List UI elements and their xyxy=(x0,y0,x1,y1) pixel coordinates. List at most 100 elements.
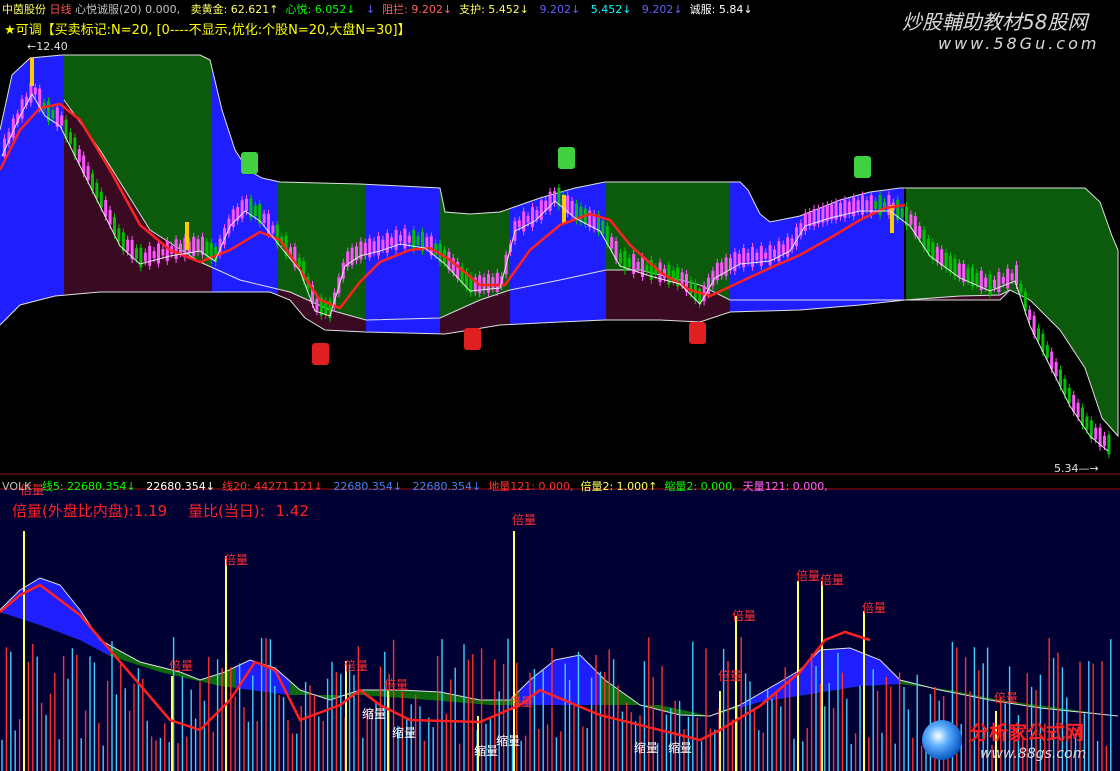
candle xyxy=(601,220,605,235)
price-low-label: 5.34—→ xyxy=(1054,462,1099,475)
volume-value-0: 线5: 22680.354↓ xyxy=(41,480,136,493)
candle xyxy=(1103,435,1106,446)
candle xyxy=(993,279,996,288)
watermark-bottom-url: www.88gs.com xyxy=(980,746,1087,762)
candle xyxy=(1028,309,1032,320)
candle xyxy=(517,220,521,227)
candle xyxy=(1054,361,1058,377)
candle xyxy=(1085,416,1089,430)
chart-canvas: 倍量倍量倍量倍量倍量倍量倍量倍量倍量倍量 倍量倍量倍量缩量缩量缩量缩量 缩量 缩量 xyxy=(0,54,1120,771)
candle xyxy=(487,274,490,293)
liangbi-value: 1.42 xyxy=(275,502,309,520)
candle xyxy=(531,207,534,227)
candle xyxy=(689,280,693,295)
candle xyxy=(957,263,961,278)
candle xyxy=(619,253,622,264)
volume-value-1: 22680.354↓ xyxy=(142,480,215,493)
shrink-volume-label-0: 缩量 xyxy=(362,706,386,721)
candle xyxy=(403,228,407,249)
double-volume-label-5: 倍量 xyxy=(512,512,536,527)
candle xyxy=(425,237,429,248)
candle xyxy=(117,228,121,242)
indicator-value-8: 诚服: 5.84↓ xyxy=(689,3,753,16)
candle xyxy=(759,246,763,267)
double-volume-label-4: 倍量 xyxy=(384,677,408,692)
candle xyxy=(240,200,244,219)
candle xyxy=(95,183,99,199)
double-volume-label-3: 倍量 xyxy=(344,658,368,673)
volume-indicator-name[interactable]: VOLK xyxy=(2,480,31,493)
highlight-candle-0 xyxy=(30,58,34,86)
candle xyxy=(20,99,24,119)
volume-value-5: 地量121: 0.000, xyxy=(488,480,574,493)
candle xyxy=(1063,378,1067,395)
candle xyxy=(368,238,372,258)
candle xyxy=(399,235,402,242)
candle xyxy=(847,201,851,215)
candle xyxy=(539,200,543,221)
candle xyxy=(143,252,147,262)
candle xyxy=(407,235,411,243)
candle xyxy=(192,236,196,256)
candle xyxy=(1076,402,1080,418)
band-segment-10 xyxy=(906,188,1118,436)
period-label[interactable]: 日线 xyxy=(50,3,72,16)
watermark-top-url: www.58Gu.com xyxy=(938,34,1100,53)
shrink-volume-label-3: 缩量 xyxy=(496,733,520,748)
logo-icon xyxy=(922,720,962,760)
price-high-label: ←12.40 xyxy=(27,40,68,53)
watermark-bottom-box: 分析家公式网 www.88gs.com xyxy=(918,714,1118,768)
shrink-volume-label-2: 缩量 xyxy=(474,743,498,758)
candle xyxy=(359,241,363,260)
candle xyxy=(491,277,495,289)
liangbi-label: 量比(当日): xyxy=(187,502,265,520)
sell-signal-icon xyxy=(241,152,258,174)
candle xyxy=(935,246,939,262)
volume-values: 线5: 22680.354↓ 22680.354↓ 线20: 44271.121↓… xyxy=(35,480,828,493)
double-volume-label-2: 倍量 xyxy=(224,552,248,567)
candle xyxy=(900,208,904,218)
candle xyxy=(482,277,486,291)
candle xyxy=(152,251,156,259)
candle xyxy=(51,110,55,119)
candle xyxy=(579,206,583,223)
top-header: 中茵股份 日线 心悦诚服(20) 0.000, 卖黄金: 62.621↑ 心悦: … xyxy=(2,1,753,17)
candle xyxy=(60,115,64,126)
candle xyxy=(363,242,367,256)
candle xyxy=(997,272,1001,293)
shrink-volume-label-4: 缩量 xyxy=(634,740,658,755)
volume-value-7: 缩量2: 0.000, xyxy=(664,480,736,493)
volume-value-6: 倍量2: 1.000↑ xyxy=(580,480,658,493)
candle xyxy=(781,244,785,254)
candle xyxy=(1045,345,1049,359)
double-volume-label-12: 倍量 xyxy=(994,690,1018,705)
indicator-value-0: 卖黄金: 62.621↑ xyxy=(190,3,279,16)
candle xyxy=(390,237,394,246)
candle xyxy=(1001,276,1005,284)
candle xyxy=(645,265,649,272)
buy-sell-marker-note: 【买卖标记:N=20, [0----不显示,优化:个股N=20,大盘N=30]】 xyxy=(41,23,411,38)
buy-signal-icon xyxy=(464,328,481,350)
stock-name[interactable]: 中茵股份 xyxy=(2,3,46,16)
candle xyxy=(33,87,37,95)
candle xyxy=(755,252,759,261)
indicator-value-6: 5.452↓ xyxy=(587,3,632,16)
volume-ratio-readout: 倍量(外盘比内盘):1.19 量比(当日): 1.42 xyxy=(12,500,309,521)
indicator-name[interactable]: 心悦诚服(20) xyxy=(75,3,142,16)
double-volume-label-6: 倍量 xyxy=(509,694,533,709)
candle xyxy=(768,245,772,266)
candle xyxy=(161,249,165,256)
candle xyxy=(126,239,130,252)
indicator-value-3: 阻拦: 9.202↓ xyxy=(382,3,453,16)
double-volume-label-9: 倍量 xyxy=(796,568,820,583)
candle xyxy=(262,213,266,223)
band-segment-9 xyxy=(730,182,904,312)
candle xyxy=(315,299,319,312)
candle xyxy=(451,258,455,273)
candle xyxy=(764,252,768,259)
candle xyxy=(77,149,81,163)
candle xyxy=(869,195,873,215)
candle xyxy=(636,261,640,270)
candle xyxy=(148,245,152,266)
candle xyxy=(381,239,385,250)
